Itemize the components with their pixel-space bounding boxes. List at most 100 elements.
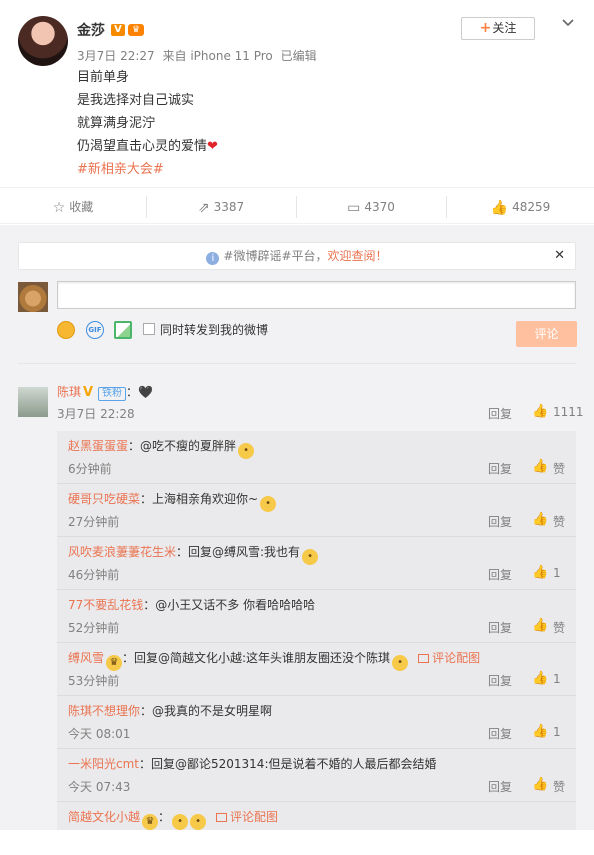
like-count: 1 [553,566,561,580]
comment-input[interactable] [57,281,576,309]
reply-user[interactable]: 陈琪不想理你 [68,704,140,718]
comment-icon: ▭ [347,200,361,216]
hashtag-link[interactable]: #新相亲大会# [77,158,218,181]
post-time[interactable]: 3月7日 22:27 [77,49,155,63]
thumbs-up-icon[interactable]: 👍 [532,671,548,686]
image-icon [216,813,228,822]
repost-checkbox-label[interactable]: 同时转发到我的微博 [160,321,268,338]
emoji-icon: • [392,655,409,671]
thumbs-up-icon[interactable]: 👍 [532,459,548,474]
like-label[interactable]: 赞 [553,778,565,795]
post-content: 目前单身 是我选择对自己诚实 就算满身泥泞 仍渴望直击心灵的爱情❤ #新相亲大会… [77,66,218,181]
gif-icon[interactable]: GIF [86,321,104,339]
verified-icon: V [111,24,125,36]
reply-button[interactable]: 回复 [488,619,512,636]
post-line: 就算满身泥泞 [77,116,156,131]
reply-body: ： [158,810,171,824]
star-icon: ☆ [52,200,66,216]
emoji-icon: • [260,496,277,512]
reply-text: 77不要乱花钱：@小王又话不多 你看哈哈哈哈 [68,596,315,614]
like-button[interactable]: 👍 48259 [447,190,594,224]
reply-user[interactable]: 77不要乱花钱 [68,598,143,612]
comment-image-link[interactable]: 评论配图 [418,651,480,665]
post-line-with-heart: 仍渴望直击心灵的爱情❤ [77,135,218,158]
reply-button[interactable]: 回复 [488,566,512,583]
thumbs-up-icon[interactable]: 👍 [532,404,548,419]
reply-item: 缚风雪 ♛ ：回复@简越文化小越:这年头谁朋友圈还没个陈琪 • 评论配图 53分钟前 回… [57,643,576,696]
thumbs-up-icon[interactable]: 👍 [532,618,548,633]
emoji-icon: • [172,814,189,830]
post-source: 来自 iPhone 11 Pro [162,49,273,63]
commenter-name[interactable]: 陈琪 [57,385,81,399]
thumbs-up-icon[interactable]: 👍 [532,512,548,527]
repost-checkbox[interactable] [143,323,155,335]
reply-time: 6分钟前 [68,462,112,476]
like-label[interactable]: 赞 [553,513,565,530]
post-line: 是我选择对自己诚实 [77,93,195,108]
reply-button[interactable]: 回复 [488,460,512,477]
member-crown-icon: ♛ [128,24,144,36]
comment-image-label: 评论配图 [432,651,481,665]
reply-text: 赵黑蛋蛋蛋：@吃不瘦的夏胖胖 • [68,437,255,459]
reply-body: ：回复@缚风雪:我也有 [176,545,301,559]
chevron-down-icon[interactable] [561,16,575,30]
reply-button[interactable]: 回复 [488,778,512,795]
like-count: 1 [553,672,561,686]
author-name[interactable]: 金莎 [77,20,105,40]
thumbs-up-icon[interactable]: 👍 [532,724,548,739]
notice-link[interactable]: 欢迎查阅！ [328,249,388,263]
reply-user[interactable]: 风吹麦浪萋萋花生米 [68,545,176,559]
submit-comment-button[interactable]: 评论 [516,321,577,347]
reply-body: ：@小王又话不多 你看哈哈哈哈 [143,598,316,612]
rumor-notice: i #微博辟谣#平台，欢迎查阅！ ✕ [18,242,576,270]
emoji-icon: • [302,549,319,565]
post-card: 金莎 V ♛ 3月7日 22:27 来自 iPhone 11 Pro 已编辑 +… [0,0,594,188]
comment-body: ：🖤 [126,385,153,399]
reply-button[interactable]: 回复 [488,672,512,689]
reply-button[interactable]: 回复 [488,725,512,742]
reply-user[interactable]: 赵黑蛋蛋蛋 [68,439,128,453]
post-edited[interactable]: 已编辑 [281,49,317,63]
image-icon [418,654,430,663]
reply-list: 赵黑蛋蛋蛋：@吃不瘦的夏胖胖 • 6分钟前 回复 👍 赞 硬哥只吃硬菜：上海相亲角… [57,431,576,830]
reply-user[interactable]: 简越文化小越 [68,810,140,824]
reply-item: 风吹麦浪萋萋花生米：回复@缚风雪:我也有 • 46分钟前 回复 👍 1 [57,537,576,590]
reply-button[interactable]: 回复 [488,513,512,530]
thumbs-up-icon[interactable]: 👍 [532,777,548,792]
post-line: 目前单身 [77,70,130,85]
reply-user[interactable]: 硬哥只吃硬菜 [68,492,140,506]
author-avatar[interactable] [18,16,68,66]
reply-text: 陈琪不想理你：@我真的不是女明星啊 [68,702,272,720]
favorite-button[interactable]: ☆ 收藏 [0,190,146,224]
reply-body: ：回复@简越文化小越:这年头谁朋友圈还没个陈琪 [122,651,391,665]
close-icon[interactable]: ✕ [554,243,565,269]
commenter-avatar[interactable] [18,387,48,417]
verified-icon: V [83,385,94,400]
member-crown-icon: ♛ [142,814,159,830]
plus-icon: + [479,20,492,36]
reply-time: 今天 07:43 [68,780,131,794]
comment-image-link[interactable]: 评论配图 [216,810,278,824]
like-label[interactable]: 赞 [553,619,565,636]
reply-time: 46分钟前 [68,568,120,582]
image-icon[interactable] [114,321,132,339]
reply-button[interactable]: 回复 [488,405,512,422]
reply-item: 77不要乱花钱：@小王又话不多 你看哈哈哈哈 52分钟前 回复 👍 赞 [57,590,576,643]
repost-icon: ⇗ [197,200,210,216]
comment-button[interactable]: ▭ 4370 [297,190,445,224]
reply-item: 赵黑蛋蛋蛋：@吃不瘦的夏胖胖 • 6分钟前 回复 👍 赞 [57,431,576,484]
follow-button[interactable]: +关注 [461,17,535,40]
emoji-icon: • [238,443,255,459]
reply-user[interactable]: 缚风雪 [68,651,104,665]
reply-body: ：回复@鄙论5201314:但是说着不婚的人最后都会结婚 [139,757,437,771]
divider [18,363,576,364]
like-count: 1 [553,725,561,739]
comment-count: 4370 [364,200,395,214]
thumbs-up-icon[interactable]: 👍 [532,565,548,580]
reply-user[interactable]: 一米阳光cmt [68,757,139,771]
repost-button[interactable]: ⇗ 3387 [147,190,295,224]
follow-label: 关注 [492,21,517,35]
emoji-icon[interactable] [57,321,75,339]
like-label[interactable]: 赞 [553,460,565,477]
reply-time: 27分钟前 [68,515,120,529]
